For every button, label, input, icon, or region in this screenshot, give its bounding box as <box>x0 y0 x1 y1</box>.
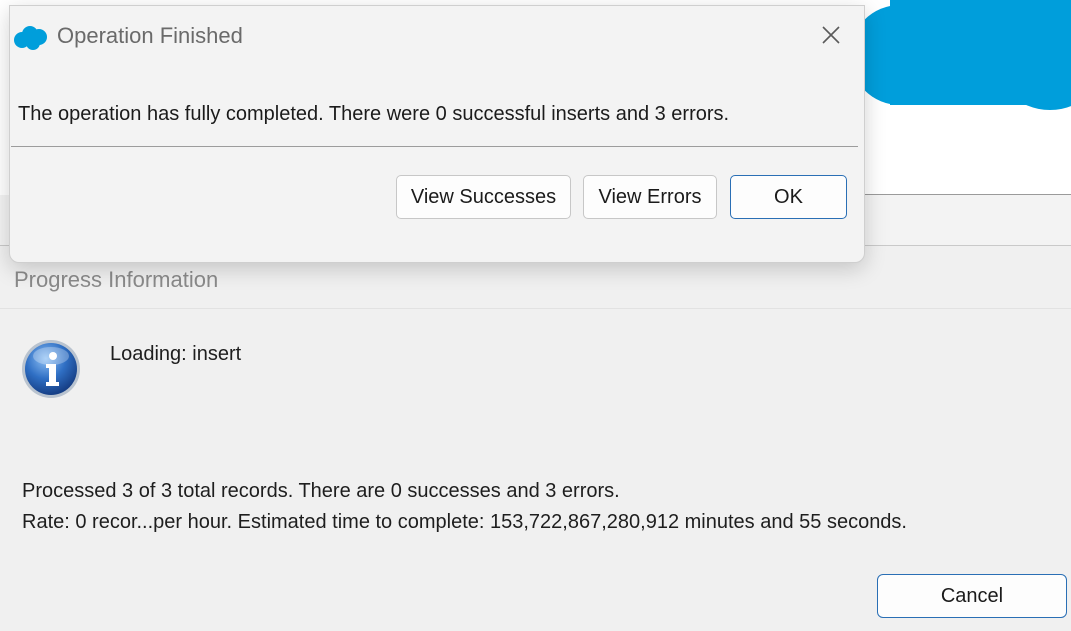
processed-status-text: Processed 3 of 3 total records. There ar… <box>22 480 620 502</box>
close-button[interactable] <box>812 16 850 54</box>
view-errors-button[interactable]: View Errors <box>583 175 717 219</box>
progress-header: Progress Information <box>14 267 219 292</box>
loading-label: Loading: insert <box>110 343 242 365</box>
operation-finished-dialog: Operation Finished The operation has ful… <box>9 5 865 263</box>
divider <box>11 146 858 147</box>
cancel-button[interactable]: Cancel <box>877 574 1067 618</box>
rate-status-text: Rate: 0 recor...per hour. Estimated time… <box>22 511 907 533</box>
ok-button[interactable]: OK <box>730 175 847 219</box>
dialog-title: Operation Finished <box>57 23 243 48</box>
salesforce-cloud-icon <box>14 26 47 50</box>
info-icon <box>22 340 80 398</box>
view-successes-button[interactable]: View Successes <box>396 175 571 219</box>
close-icon <box>822 26 840 44</box>
divider <box>0 308 1071 309</box>
dialog-message: The operation has fully completed. There… <box>18 103 730 125</box>
